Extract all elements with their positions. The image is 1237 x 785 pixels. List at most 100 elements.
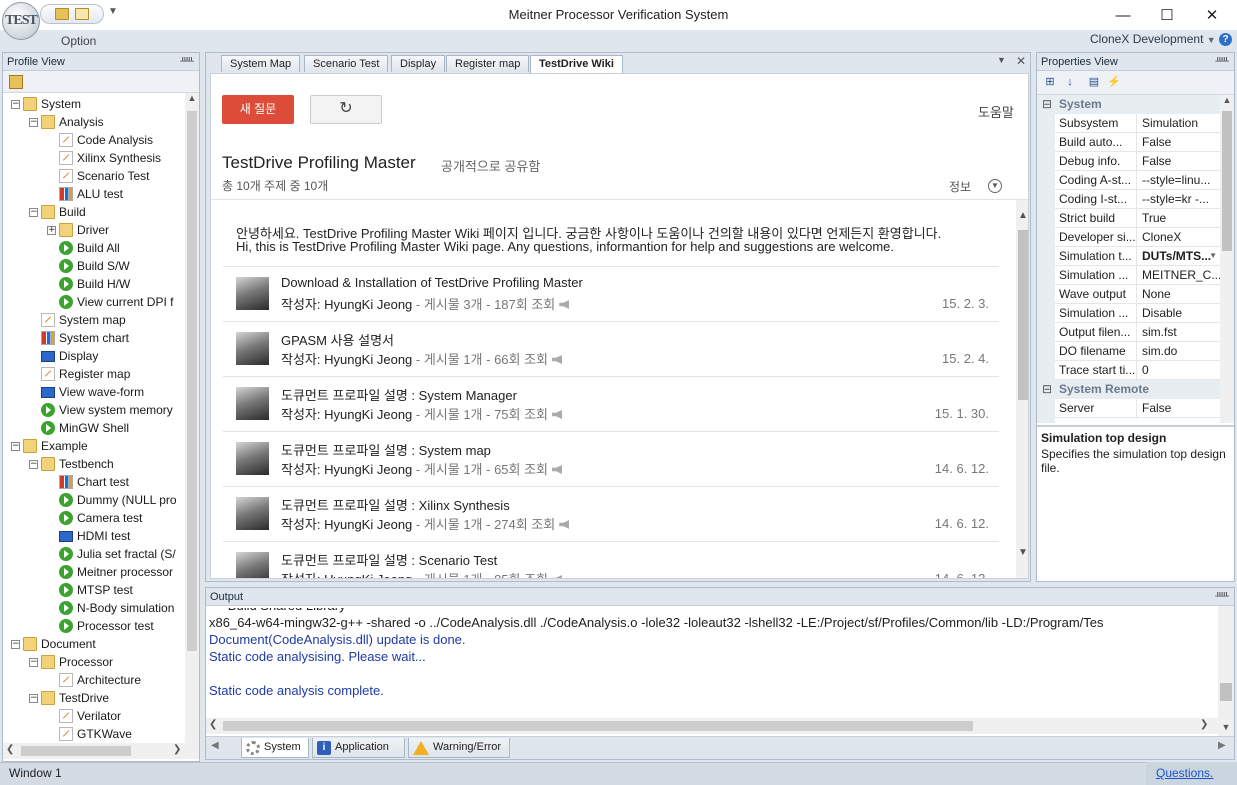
tree-item[interactable]: Architecture	[47, 671, 141, 689]
scroll-right-icon[interactable]: ❯	[1200, 719, 1208, 730]
property-row[interactable]: Simulation t... DUTs/MTS... ▼	[1055, 247, 1220, 266]
tree-item[interactable]: Camera test	[47, 509, 142, 527]
property-pages-icon[interactable]: ▤	[1087, 75, 1101, 89]
topic-post[interactable]: Download & Installation of TestDrive Pro…	[223, 266, 999, 321]
post-title[interactable]: 도큐먼트 프로파일 설명 : System Manager	[281, 385, 517, 404]
property-row[interactable]: Simulation ... MEITNER_C...	[1055, 266, 1220, 285]
collapse-icon[interactable]: −	[29, 117, 38, 127]
tree-item[interactable]: Chart test	[47, 473, 129, 491]
property-value[interactable]: sim.do	[1138, 342, 1220, 360]
tree-item[interactable]: − TestDrive	[29, 689, 109, 707]
property-row[interactable]: Output filen... sim.fst	[1055, 323, 1220, 342]
tree-item[interactable]: Meitner processor	[47, 563, 173, 581]
scroll-down-icon[interactable]: ▼	[1218, 722, 1234, 732]
close-window-button[interactable]: ✕	[1189, 0, 1235, 30]
tree-item[interactable]: Build S/W	[47, 257, 130, 275]
property-value[interactable]: --style=kr -...	[1138, 190, 1220, 208]
tab-scenario-test[interactable]: Scenario Test	[304, 55, 389, 72]
tree-item[interactable]: Verilator	[47, 707, 121, 725]
property-value[interactable]: --style=linu...	[1138, 171, 1220, 189]
collapse-icon[interactable]: ⊟	[1042, 380, 1052, 399]
topic-post[interactable]: 도큐먼트 프로파일 설명 : Xilinx Synthesis 작성자: Hyun…	[223, 486, 999, 541]
scroll-right-icon[interactable]: ❯	[173, 744, 181, 755]
tree-item[interactable]: Xilinx Synthesis	[47, 149, 161, 167]
tree-vertical-scroll-thumb[interactable]	[187, 111, 197, 651]
output-vertical-scroll-thumb[interactable]	[1220, 683, 1232, 701]
property-value[interactable]: False	[1138, 152, 1220, 170]
tree-item[interactable]: Display	[29, 347, 98, 365]
property-value[interactable]: DUTs/MTS...	[1138, 247, 1220, 265]
tree-item[interactable]: HDMI test	[47, 527, 130, 545]
tree-item[interactable]: View system memory	[29, 401, 173, 419]
scroll-down-icon[interactable]: ▼	[1016, 547, 1028, 558]
tab-display[interactable]: Display	[391, 55, 446, 72]
property-value[interactable]: Simulation	[1138, 114, 1220, 132]
profile-tool-icon[interactable]	[9, 75, 23, 89]
tree-item[interactable]: Scenario Test	[47, 167, 150, 185]
property-row[interactable]: DO filename sim.do	[1055, 342, 1220, 361]
tree-item[interactable]: GTKWave	[47, 725, 132, 743]
tree-item[interactable]: − Document	[11, 635, 96, 653]
option-tab[interactable]: Option	[61, 34, 96, 48]
post-title[interactable]: Download & Installation of TestDrive Pro…	[281, 275, 583, 290]
post-title[interactable]: 도큐먼트 프로파일 설명 : Scenario Test	[281, 550, 497, 569]
collapse-icon[interactable]: ⊟	[1042, 95, 1052, 114]
collapse-icon[interactable]: −	[11, 99, 20, 109]
pin-icon[interactable]: ᚊ	[1215, 56, 1229, 67]
collapse-icon[interactable]: −	[11, 441, 20, 451]
property-row[interactable]: Debug info. False	[1055, 152, 1220, 171]
scroll-up-icon[interactable]: ▲	[185, 93, 199, 103]
app-logo-button[interactable]: TEST	[2, 2, 40, 40]
post-title[interactable]: 도큐먼트 프로파일 설명 : System map	[281, 440, 491, 459]
info-link[interactable]: 정보	[949, 178, 971, 195]
tree-item[interactable]: − Build	[29, 203, 86, 221]
tree-item[interactable]: Build All	[47, 239, 120, 257]
scroll-left-icon[interactable]: ❮	[209, 719, 217, 730]
property-row[interactable]: Build auto... False	[1055, 133, 1220, 152]
property-row[interactable]: Developer si... CloneX	[1055, 228, 1220, 247]
property-row[interactable]: Trace start ti... 0	[1055, 361, 1220, 380]
post-title[interactable]: 도큐먼트 프로파일 설명 : Xilinx Synthesis	[281, 495, 510, 514]
expand-icon[interactable]: +	[47, 225, 56, 235]
sort-alphabetical-icon[interactable]: ↓	[1063, 75, 1077, 89]
tree-item[interactable]: View current DPI f	[47, 293, 173, 311]
tree-item[interactable]: − Processor	[29, 653, 113, 671]
property-row[interactable]: Wave output None	[1055, 285, 1220, 304]
chevron-down-icon[interactable]: ▼	[1209, 247, 1217, 265]
topic-post[interactable]: GPASM 사용 설명서 작성자: HyungKi Jeong - 게시물 1개 …	[223, 321, 999, 376]
tree-item[interactable]: + Driver	[47, 221, 109, 239]
tree-item[interactable]: − Testbench	[29, 455, 114, 473]
pin-icon[interactable]: ᚊ	[1215, 591, 1229, 602]
tree-item[interactable]: Julia set fractal (S/	[47, 545, 176, 563]
output-vertical-scrollbar[interactable]: ▼	[1218, 606, 1234, 738]
output-tab-system[interactable]: System	[241, 738, 309, 758]
tab-register-map[interactable]: Register map	[446, 55, 530, 72]
collapse-icon[interactable]: −	[29, 657, 38, 667]
tree-item[interactable]: Code Analysis	[47, 131, 153, 149]
property-row[interactable]: Subsystem Simulation	[1055, 114, 1220, 133]
info-expand-icon[interactable]: ▼	[988, 179, 1002, 193]
property-category[interactable]: ⊟ System Remote	[1037, 380, 1220, 399]
tree-item[interactable]: Build H/W	[47, 275, 130, 293]
tab-list-dropdown-icon[interactable]: ▼	[997, 55, 1006, 65]
help-link[interactable]: 도움말	[978, 102, 1014, 121]
property-value[interactable]: False	[1138, 133, 1220, 151]
property-value[interactable]: True	[1138, 209, 1220, 227]
property-value[interactable]: sim.fst	[1138, 323, 1220, 341]
scroll-up-icon[interactable]: ▲	[1220, 95, 1234, 105]
property-row[interactable]: Coding I-st... --style=kr -...	[1055, 190, 1220, 209]
new-question-button[interactable]: 새 질문	[222, 95, 294, 124]
topic-post[interactable]: 도큐먼트 프로파일 설명 : System Manager 작성자: HyungK…	[223, 376, 999, 431]
maximize-button[interactable]: ☐	[1144, 0, 1190, 30]
tree-item[interactable]: − Example	[11, 437, 88, 455]
developer-dropdown[interactable]: CloneX Development ▼	[1090, 32, 1216, 46]
refresh-button[interactable]: ↻	[310, 95, 382, 124]
tree-item[interactable]: − Analysis	[29, 113, 104, 131]
categorized-view-icon[interactable]: ⊞	[1043, 75, 1057, 89]
scroll-left-icon[interactable]: ❮	[6, 744, 14, 755]
collapse-icon[interactable]: −	[29, 693, 38, 703]
close-tab-icon[interactable]: ✕	[1016, 54, 1026, 68]
tree-item[interactable]: MinGW Shell	[29, 419, 129, 437]
output-horizontal-scroll-thumb[interactable]	[223, 721, 973, 731]
tree-item[interactable]: − System	[11, 95, 81, 113]
